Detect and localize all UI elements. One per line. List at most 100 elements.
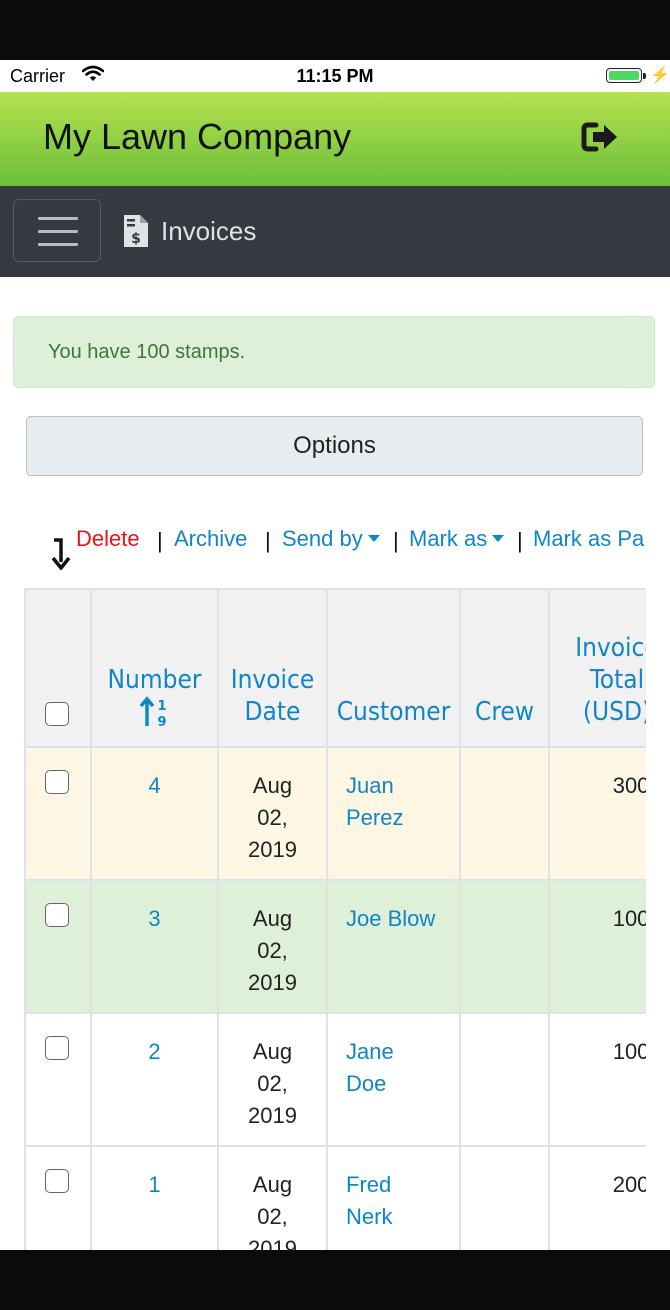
- battery-icon: [606, 68, 646, 83]
- caret-down-icon: [492, 534, 505, 542]
- table-row[interactable]: 1 Aug 02, 2019 Fred Nerk 200.00: [24, 1145, 646, 1250]
- sort-numeric-up-icon: 1 9: [92, 696, 217, 730]
- date-part: 2019: [248, 970, 297, 995]
- row-select-cell: [24, 879, 92, 1014]
- invoice-date-cell: Aug 02, 2019: [217, 746, 328, 881]
- row-checkbox[interactable]: [45, 1036, 69, 1060]
- device-bottom-bezel: [0, 1250, 670, 1310]
- crew-cell: [459, 1012, 550, 1147]
- navbar: $ Invoices: [0, 186, 670, 277]
- caret-down-icon: [367, 534, 380, 542]
- mark-as-dropdown[interactable]: Mark as: [409, 526, 505, 552]
- date-part: 2019: [248, 1103, 297, 1128]
- customer-column-header[interactable]: Customer: [326, 588, 461, 748]
- bulk-actions-bar: Delete | Archive | Send by | Mark as | M…: [0, 526, 670, 586]
- stamps-alert: You have 100 stamps.: [13, 316, 655, 388]
- invoice-date-header-line: Date: [244, 697, 301, 727]
- date-part: Aug: [252, 906, 293, 931]
- customer-name-part: Nerk: [346, 1204, 393, 1229]
- invoice-number-link[interactable]: 4: [90, 746, 219, 881]
- invoice-total-header-line: (USD): [582, 697, 646, 727]
- menu-toggle-button[interactable]: [13, 199, 101, 262]
- app-header: My Lawn Company: [0, 92, 670, 186]
- svg-text:$: $: [131, 231, 141, 247]
- invoice-date-cell: Aug 02, 2019: [217, 1145, 328, 1250]
- date-part: 02,: [257, 805, 288, 830]
- action-separator: |: [157, 528, 163, 553]
- crew-cell: [459, 1145, 550, 1250]
- table-header-row: Number 1 9 Invoice Date Customer Crew In…: [24, 588, 646, 748]
- invoice-total-cell: 100.00: [548, 879, 646, 1014]
- customer-link[interactable]: Joe Blow: [326, 879, 461, 1014]
- options-button[interactable]: Options: [26, 416, 643, 476]
- device-top-bezel: [0, 0, 670, 60]
- customer-name-part: Fred: [346, 1172, 392, 1197]
- row-select-cell: [24, 1145, 92, 1250]
- hamburger-icon: [38, 217, 78, 220]
- customer-name-part: Perez: [346, 805, 404, 830]
- action-separator: |: [265, 528, 271, 553]
- status-bar: Carrier 11:15 PM ⚡: [0, 60, 670, 92]
- action-separator: |: [393, 528, 399, 553]
- table-row[interactable]: 4 Aug 02, 2019 Juan Perez 300.00: [24, 746, 646, 881]
- crew-cell: [459, 746, 550, 881]
- date-part: Aug: [252, 1039, 293, 1064]
- date-part: 02,: [257, 1204, 288, 1229]
- customer-name-part: Jane: [346, 1039, 394, 1064]
- invoice-number-link[interactable]: 2: [90, 1012, 219, 1147]
- invoice-total-column-header[interactable]: Invoice Total (USD): [548, 588, 646, 748]
- row-checkbox[interactable]: [45, 1169, 69, 1193]
- app-title: My Lawn Company: [43, 116, 352, 157]
- row-checkbox[interactable]: [45, 903, 69, 927]
- delete-action[interactable]: Delete: [76, 526, 140, 552]
- invoice-total-cell: 200.00: [548, 1145, 646, 1250]
- invoice-date-header-line: Invoice: [230, 665, 315, 695]
- clock: 11:15 PM: [296, 66, 374, 86]
- customer-name-part: Joe Blow: [346, 906, 436, 931]
- table-row[interactable]: 2 Aug 02, 2019 Jane Doe 100.00: [24, 1012, 646, 1147]
- invoice-date-cell: Aug 02, 2019: [217, 879, 328, 1014]
- customer-name-part: Juan: [346, 773, 394, 798]
- crew-column-header[interactable]: Crew: [459, 588, 550, 748]
- svg-text:9: 9: [157, 715, 166, 728]
- customer-link[interactable]: Jane Doe: [326, 1012, 461, 1147]
- date-part: 2019: [248, 837, 297, 862]
- invoice-date-column-header[interactable]: Invoice Date: [217, 588, 328, 748]
- date-part: 02,: [257, 1071, 288, 1096]
- row-checkbox[interactable]: [45, 770, 69, 794]
- number-column-header[interactable]: Number 1 9: [90, 588, 219, 748]
- mark-as-paid-action[interactable]: Mark as Pa: [533, 526, 644, 552]
- send-by-label: Send by: [282, 526, 363, 551]
- invoice-total-header-line: Total: [589, 665, 645, 695]
- alert-message: You have 100 stamps.: [48, 341, 246, 363]
- file-invoice-dollar-icon: $: [122, 213, 150, 254]
- row-select-cell: [24, 746, 92, 881]
- invoice-number-link[interactable]: 1: [90, 1145, 219, 1250]
- customer-link[interactable]: Juan Perez: [326, 746, 461, 881]
- customer-name-part: Doe: [346, 1071, 387, 1096]
- invoices-table-container[interactable]: Number 1 9 Invoice Date Customer Crew In…: [24, 588, 646, 1250]
- number-header-label: Number: [107, 665, 202, 695]
- sign-out-icon[interactable]: [580, 120, 620, 159]
- invoice-number-link[interactable]: 3: [90, 879, 219, 1014]
- date-part: 2019: [248, 1236, 297, 1250]
- date-part: Aug: [252, 1172, 293, 1197]
- invoice-total-cell: 300.00: [548, 746, 646, 881]
- section-title: Invoices: [161, 216, 257, 246]
- customer-link[interactable]: Fred Nerk: [326, 1145, 461, 1250]
- select-all-checkbox[interactable]: [45, 702, 69, 726]
- hamburger-icon-bar: [38, 243, 78, 246]
- mark-as-label: Mark as: [409, 526, 488, 551]
- select-all-header: [24, 588, 92, 748]
- send-by-dropdown[interactable]: Send by: [282, 526, 380, 552]
- date-part: 02,: [257, 938, 288, 963]
- crew-header-label: Crew: [475, 697, 534, 727]
- customer-header-label: Customer: [336, 697, 451, 727]
- invoice-total-cell: 100.00: [548, 1012, 646, 1147]
- invoice-date-cell: Aug 02, 2019: [217, 1012, 328, 1147]
- table-row[interactable]: 3 Aug 02, 2019 Joe Blow 100.00: [24, 879, 646, 1014]
- crew-cell: [459, 879, 550, 1014]
- svg-text:1: 1: [157, 699, 166, 714]
- charging-bolt-icon: ⚡: [650, 67, 670, 84]
- archive-action[interactable]: Archive: [174, 526, 247, 552]
